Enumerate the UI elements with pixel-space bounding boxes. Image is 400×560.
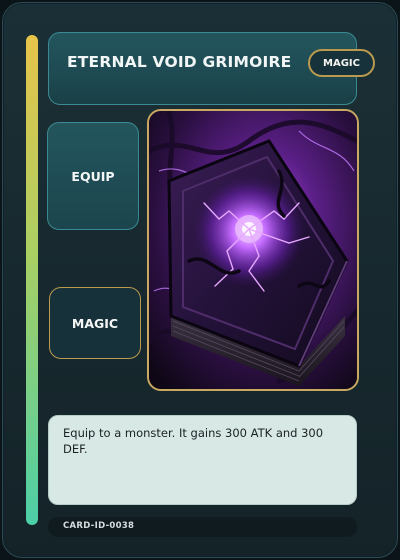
card-type-badge[interactable]: MAGIC [308, 49, 375, 77]
dark-spellbook-artwork [149, 111, 357, 389]
card-id-strip: CARD-ID-0038 [48, 517, 357, 537]
card-artwork-frame [147, 109, 359, 391]
effect-text-box: Equip to a monster. It gains 300 ATK and… [48, 415, 357, 505]
effect-text: Equip to a monster. It gains 300 ATK and… [63, 426, 324, 456]
title-panel: ETERNAL VOID GRIMOIRE MAGIC [48, 32, 375, 105]
card-title: ETERNAL VOID GRIMOIRE [67, 53, 292, 71]
magic-tile[interactable]: MAGIC [49, 287, 141, 359]
card-accent-bar [26, 35, 38, 525]
equip-tile[interactable]: EQUIP [47, 122, 139, 230]
spell-card: ETERNAL VOID GRIMOIRE MAGIC EQUIP MAGIC [2, 2, 398, 558]
card-id: CARD-ID-0038 [63, 521, 135, 531]
